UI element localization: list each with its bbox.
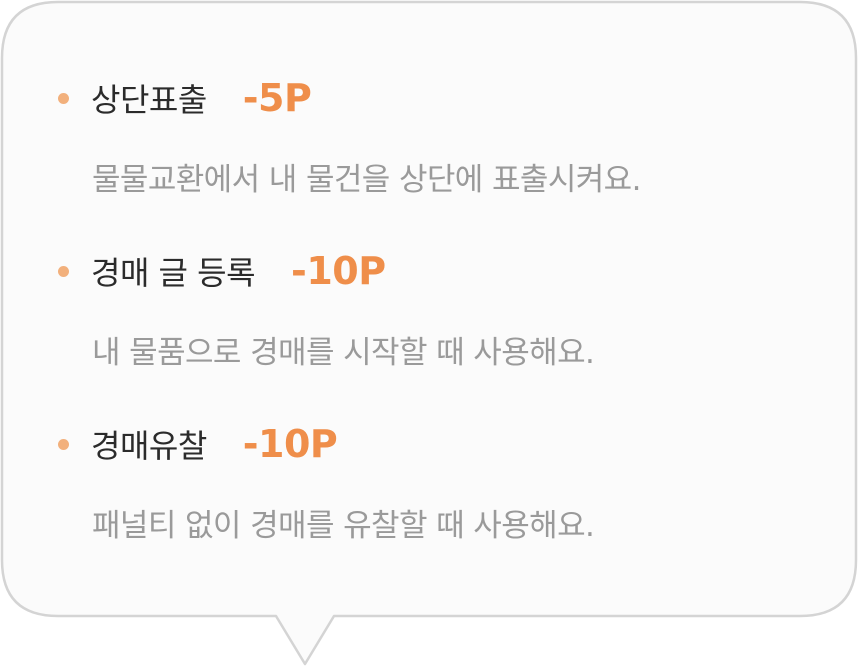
bullet-dot-icon <box>58 438 69 450</box>
item-title: 경매유찰 <box>91 427 207 465</box>
item-cost: -10P <box>242 422 338 466</box>
item-description: 내 물품으로 경매를 시작할 때 사용해요. <box>92 335 595 371</box>
item-description: 물물교환에서 내 물건을 상단에 표출시켜요. <box>92 162 641 198</box>
item-cost: -10P <box>291 249 386 293</box>
point-usage-tooltip: 상단표출 -5P 물물교환에서 내 물건을 상단에 표출시켜요. 경매 글 등록… <box>0 0 858 666</box>
item-title: 경매 글 등록 <box>91 254 256 292</box>
item-title-row: 상단표출 -5P <box>58 76 312 120</box>
item-cost: -5P <box>242 76 312 120</box>
bullet-dot-icon <box>58 265 69 277</box>
item-title-row: 경매유찰 -10P <box>58 422 338 466</box>
bullet-dot-icon <box>58 92 69 104</box>
item-description: 패널티 없이 경매를 유찰할 때 사용해요. <box>92 508 595 544</box>
item-title-row: 경매 글 등록 -10P <box>58 249 386 293</box>
item-title: 상단표출 <box>91 81 207 119</box>
